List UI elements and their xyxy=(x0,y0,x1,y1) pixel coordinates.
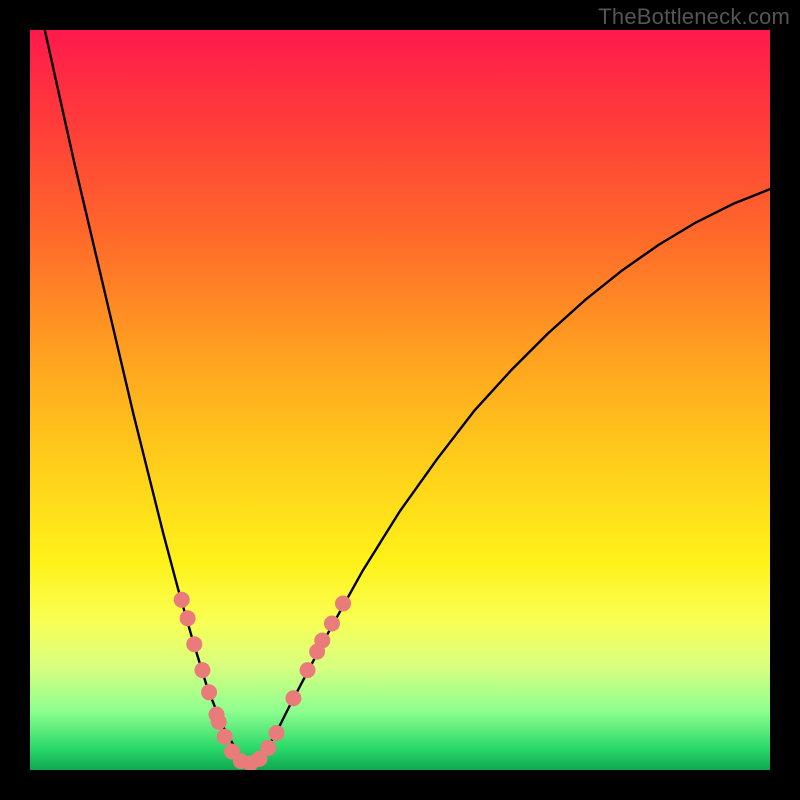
chart-svg xyxy=(30,30,770,770)
data-dot xyxy=(260,740,276,756)
plot-area xyxy=(30,30,770,770)
data-dot xyxy=(268,725,284,741)
curve-line xyxy=(45,30,770,764)
data-dot xyxy=(314,633,330,649)
data-dot xyxy=(300,662,316,678)
data-dot xyxy=(285,690,301,706)
data-dot xyxy=(324,615,340,631)
data-dot xyxy=(201,684,217,700)
data-dot xyxy=(174,592,190,608)
watermark-text: TheBottleneck.com xyxy=(598,4,790,30)
data-dot xyxy=(217,729,233,745)
chart-frame: TheBottleneck.com xyxy=(0,0,800,800)
data-dot xyxy=(194,662,210,678)
data-dot xyxy=(180,610,196,626)
data-dot xyxy=(186,636,202,652)
data-dot xyxy=(335,596,351,612)
data-dot xyxy=(211,714,227,730)
